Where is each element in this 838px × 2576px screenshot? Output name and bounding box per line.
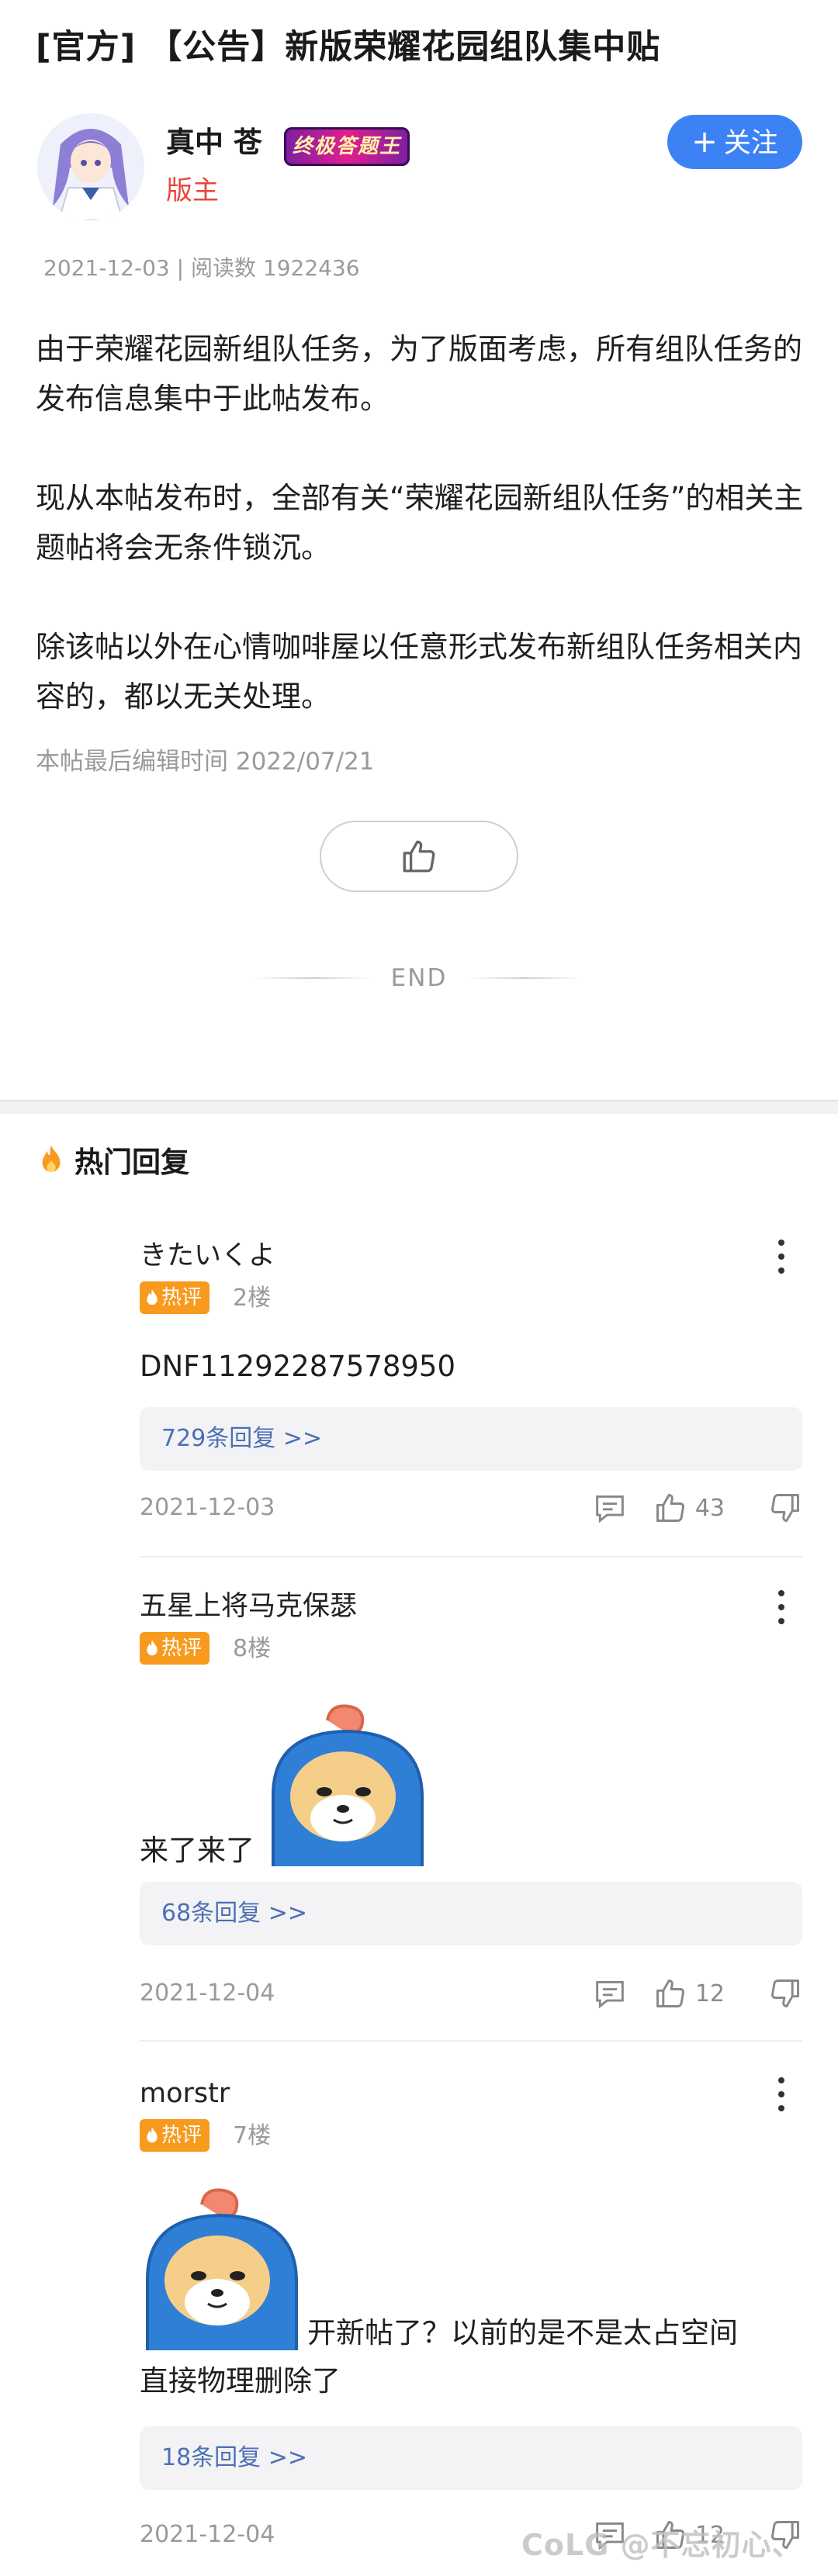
author-avatar[interactable] <box>37 113 144 220</box>
more-options-icon[interactable] <box>777 2077 785 2111</box>
section-divider <box>0 1100 838 1114</box>
hot-replies-header: 热门回复 <box>37 1139 189 1181</box>
post-paragraph: 由于荣耀花园新组队任务，为了版面考虑，所有组队任务的发布信息集中于此帖发布。 <box>36 332 803 416</box>
flame-icon <box>147 1640 158 1656</box>
like-button[interactable]: 12 <box>653 1976 725 2011</box>
more-options-icon[interactable] <box>777 1240 785 1274</box>
watermark: CoLG @不忘初心、 <box>521 2528 802 2562</box>
comment-separator <box>140 1556 802 1558</box>
hot-badge-label: 热评 <box>161 1637 203 1660</box>
follow-label: 关注 <box>723 128 778 159</box>
flame-icon <box>42 1145 61 1172</box>
like-button[interactable]: 43 <box>653 1491 725 1525</box>
end-line-left <box>254 977 371 979</box>
post-title: [官方] 【公告】新版荣耀花园组队集中贴 <box>36 28 661 67</box>
hot-badge-label: 热评 <box>161 1286 203 1309</box>
comment-floor: 2楼 <box>233 1285 272 1312</box>
comment-text: DNF11292287578950 <box>140 1350 456 1383</box>
thumbs-up-icon <box>403 840 435 873</box>
like-count: 43 <box>694 1494 725 1522</box>
post-date: 2021-12-03 <box>43 255 170 281</box>
post-meta: 2021-12-03 | 阅读数 1922436 <box>43 254 360 282</box>
plus-icon: + <box>691 124 718 160</box>
sticker-image <box>146 2188 298 2350</box>
hot-comment-badge: 热评 <box>140 1632 210 1665</box>
comment-username[interactable]: morstr <box>140 2076 230 2111</box>
view-replies-link[interactable]: 729条回复 >> <box>140 1407 802 1471</box>
meta-separator: | <box>176 255 191 281</box>
comment-item: 五星上将马克保瑟 热评 8楼 来了来了 68条回复 >> 2021-12-04 … <box>140 1589 802 2042</box>
author-name[interactable]: 真中 苍 <box>166 124 262 161</box>
comment-separator <box>140 2040 802 2042</box>
comment-icon <box>595 1495 624 1523</box>
comment-actions: 43 <box>593 1491 802 1525</box>
post-paragraph: 现从本帖发布时，全部有关“荣耀花园新组队任务”的相关主题帖将会无条件锁沉。 <box>36 481 804 565</box>
view-replies-link[interactable]: 18条回复 >> <box>140 2426 802 2490</box>
view-replies-link[interactable]: 68条回复 >> <box>140 1882 802 1945</box>
end-label: END <box>390 964 448 992</box>
comment-actions: 12 <box>593 1976 802 2011</box>
comment-item: きたいくよ 热评 2楼 DNF11292287578950 729条回复 >> … <box>140 1238 802 1564</box>
end-line-right <box>467 977 584 979</box>
comment-date: 2021-12-03 <box>140 1494 275 1521</box>
thumbs-down-icon <box>771 1980 799 2007</box>
thumbs-up-icon <box>656 1494 684 1522</box>
post-like-button[interactable] <box>320 821 518 892</box>
comment-floor: 8楼 <box>233 1635 272 1662</box>
flame-icon <box>147 2127 158 2143</box>
comment-username[interactable]: きたいくよ <box>140 1238 275 1274</box>
sticker-image <box>272 1704 424 1866</box>
comment-text: 来了来了 <box>140 1834 255 1867</box>
more-options-icon[interactable] <box>777 1590 785 1624</box>
end-marker: END <box>241 959 597 998</box>
edit-time: 本帖最后编辑时间 2022/07/21 <box>36 748 375 776</box>
dislike-button[interactable] <box>768 1976 802 2011</box>
like-count: 12 <box>694 1980 725 2007</box>
post-paragraph: 除该帖以外在心情咖啡屋以任意形式发布新组队任务相关内容的，都以无关处理。 <box>36 630 803 714</box>
author-title-badge: 终极答题王 <box>284 127 410 166</box>
hot-replies-title: 热门回复 <box>74 1146 189 1179</box>
dislike-button[interactable] <box>768 1491 802 1525</box>
comment-icon <box>595 1981 624 2009</box>
comment-floor: 7楼 <box>233 2122 272 2149</box>
read-count: 阅读数 1922436 <box>190 255 360 281</box>
thumbs-up-icon <box>656 1980 684 2007</box>
comment-item: morstr 热评 7楼 开新帖了？以前的是不是太占空间 直接物理删除了 18条… <box>140 2076 802 2557</box>
comment-text: 开新帖了？以前的是不是太占空间 <box>307 2316 738 2350</box>
comment-text-continued: 直接物理删除了 <box>140 2364 341 2398</box>
comment-date: 2021-12-04 <box>140 2521 275 2548</box>
hot-badge-label: 热评 <box>161 2124 203 2147</box>
author-role: 版主 <box>166 175 219 206</box>
thumbs-down-icon <box>771 1494 799 1522</box>
reply-button[interactable] <box>593 1978 627 2009</box>
hot-comment-badge: 热评 <box>140 2119 210 2152</box>
reply-button[interactable] <box>593 1492 627 1523</box>
hot-comment-badge: 热评 <box>140 1281 210 1314</box>
follow-button[interactable]: + 关注 <box>667 115 802 169</box>
comment-username[interactable]: 五星上将马克保瑟 <box>140 1589 357 1624</box>
flame-icon <box>147 1289 158 1305</box>
comment-date: 2021-12-04 <box>140 1980 275 2007</box>
